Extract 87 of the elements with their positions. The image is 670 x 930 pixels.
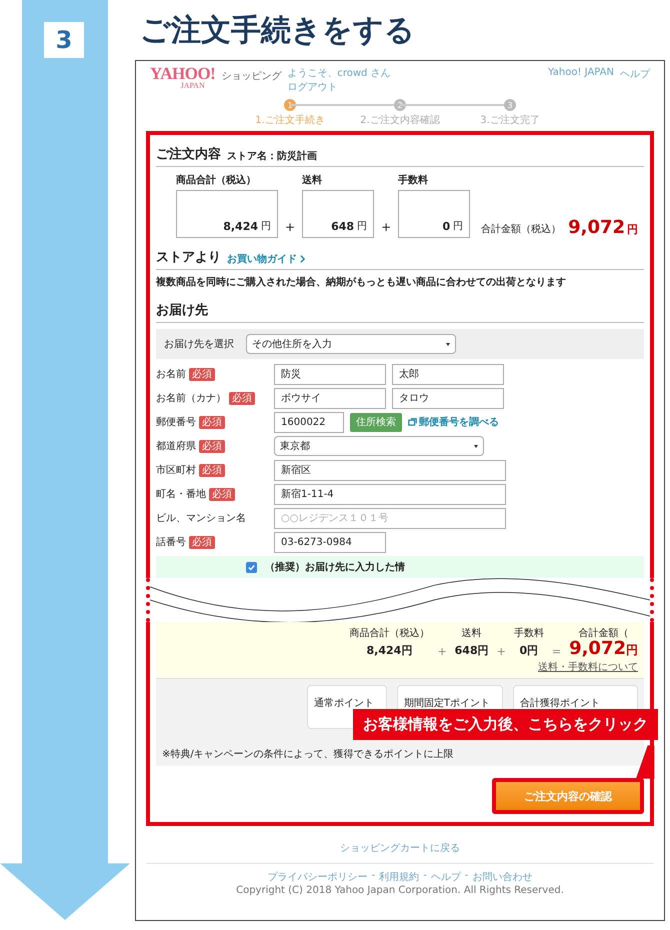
summary-value: 8,424円 (366, 643, 414, 658)
store-name: ストア名：防災計画 (227, 150, 317, 163)
operator-sign: + (437, 645, 447, 658)
amount-box: 0 円 (398, 190, 470, 238)
summary-label: 送料 (460, 626, 483, 640)
select-arrows-icon (474, 444, 478, 448)
required-badge: 必須 (199, 464, 225, 476)
step-number: 3 (44, 22, 84, 58)
total-amount: 9,072 円 (568, 217, 638, 238)
window-icon (408, 418, 417, 426)
destination-select[interactable]: その他住所を入力 (246, 334, 456, 354)
summary-label: 商品合計（税込） (349, 626, 430, 640)
footer-link[interactable]: ヘルプ (430, 870, 461, 884)
shopping-guide-link[interactable]: お買い物ガイド (227, 252, 297, 266)
header-link[interactable]: ヘルプ (620, 67, 650, 81)
amount-box: 648 円 (302, 190, 374, 238)
greeting-text: ようこそ、crowd さん (287, 67, 391, 80)
footer-link[interactable]: お問い合わせ (472, 870, 532, 884)
header-link[interactable]: Yahoo! JAPAN (548, 67, 614, 81)
footer-link[interactable]: 利用規約 (379, 870, 420, 884)
consent-text: （推奨）お届け先に入力した情 (265, 560, 405, 574)
chevron-icon (300, 255, 305, 263)
required-badge: 必須 (209, 488, 235, 500)
separator: - (464, 870, 468, 883)
total-label: 合計金額（税込） (481, 222, 562, 237)
field-label: 町名・番地 (156, 488, 206, 501)
plus-sign: + (381, 220, 392, 236)
amount-label: 送料 (302, 174, 324, 187)
confirm-order-button[interactable]: ご注文内容の確認 (492, 778, 644, 814)
field-label: 話番号 (156, 536, 186, 549)
field-label: 市区町村 (156, 464, 196, 477)
input-field[interactable]: 新宿区 (274, 460, 506, 480)
summary-value: 0円 (518, 643, 540, 658)
operator-sign: = (552, 645, 562, 658)
select-arrows-icon (446, 342, 450, 346)
field-label: ビル、マンション名 (156, 512, 246, 525)
fees-link[interactable]: 送料・手数料について (538, 660, 638, 674)
field-label: お届け先を選択 (164, 338, 234, 351)
summary-value: 648円 (454, 643, 489, 658)
service-name: ショッピング (221, 70, 282, 83)
step-label: 3.ご注文完了 (480, 114, 540, 127)
summary-label: 手数料 (514, 626, 544, 640)
input-field[interactable]: 新宿1-11-4 (274, 484, 506, 504)
input-field[interactable]: ○○レジデンス１０１号 (274, 508, 506, 528)
logout-link[interactable]: ログアウト (287, 80, 391, 94)
required-badge: 必須 (229, 392, 255, 404)
required-badge: 必須 (199, 416, 225, 428)
field-label: お名前（カナ） (156, 392, 226, 405)
logo: YAHOO! JAPAN (150, 65, 216, 90)
separator: - (423, 870, 427, 883)
callout-banner: お客様情報をご入力後、こちらをクリック (353, 709, 658, 740)
field-label: 都道府県 (156, 440, 196, 453)
prefecture-select[interactable]: 東京都 (274, 436, 484, 456)
input-field[interactable]: 防災 (274, 364, 386, 384)
required-badge: 必須 (189, 536, 215, 548)
step-circle: 3 (504, 99, 516, 111)
field-label: 郵便番号 (156, 416, 196, 429)
required-badge: 必須 (199, 440, 225, 452)
section-heading: ご注文内容 (156, 146, 221, 163)
points-note: ※特典/キャンペーンの条件によって、獲得できるポイントに上限 (162, 748, 455, 761)
amount-label: 手数料 (398, 174, 430, 187)
plus-sign: + (285, 220, 296, 236)
input-field[interactable]: ボウサイ (274, 388, 386, 408)
guide-title: ご注文手続きをする (139, 12, 416, 50)
postal-lookup-link[interactable]: 郵便番号を調べる (419, 415, 499, 429)
summary-label: 合計金額（ (578, 626, 630, 640)
amount-box: 8,424 円 (176, 190, 278, 238)
amount-label: 商品合計（税込） (176, 173, 257, 187)
checkbox[interactable] (246, 562, 257, 572)
address-search-button[interactable]: 住所検索 (350, 412, 402, 432)
required-badge: 必須 (189, 368, 215, 380)
section-heading: お届け先 (156, 302, 208, 319)
copyright: Copyright (C) 2018 Yahoo Japan Corporation. All Rights Reserved. (236, 885, 564, 896)
footer-link[interactable]: プライバシーポリシー (268, 870, 368, 884)
operator-sign: + (496, 645, 506, 658)
summary-total: 9,072 円 (569, 640, 638, 658)
step-label: 2.ご注文内容確認 (360, 114, 440, 127)
input-field[interactable]: 太郎 (392, 364, 504, 384)
store-note: 複数商品を同時にご購入された場合、納期がもっとも遅い商品に合わせての出荷となります (156, 275, 567, 289)
section-heading: ストアより (156, 249, 221, 266)
separator: - (372, 870, 376, 883)
input-field[interactable]: 03-6273-0984 (274, 532, 386, 552)
field-label: お名前 (156, 368, 186, 381)
step-label: 1.ご注文手続き (255, 114, 325, 127)
input-field[interactable]: タロウ (392, 388, 504, 408)
back-to-cart-link[interactable]: ショッピングカートに戻る (340, 843, 460, 854)
postal-code-field[interactable]: 1600022 (274, 412, 344, 432)
